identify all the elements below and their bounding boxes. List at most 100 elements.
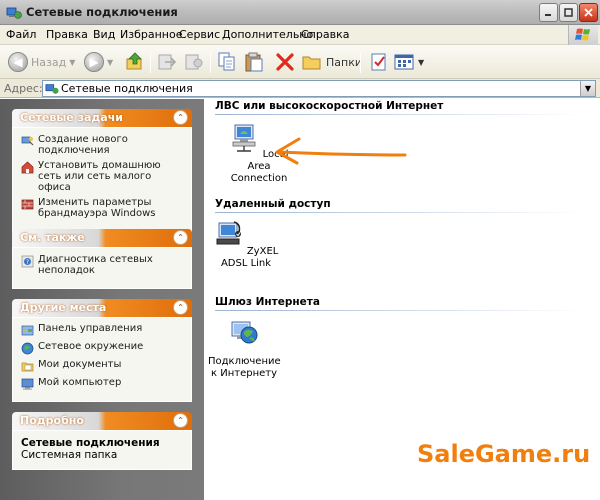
menu-favorites[interactable]: Избранное [120, 28, 182, 41]
copy-to-button[interactable] [183, 50, 205, 74]
internet-gateway-icon [231, 321, 258, 344]
place-my-documents[interactable]: Мои документы [21, 359, 183, 373]
watermark-text: SaleGame.ru [417, 440, 591, 468]
svg-text:?: ? [26, 259, 29, 266]
address-dropdown-button[interactable]: ▼ [580, 81, 595, 96]
task-pane: Сетевые задачи ⌃ Создание нового подключ… [0, 99, 204, 500]
place-network-neighborhood[interactable]: Сетевое окружение [21, 341, 183, 355]
address-bar: Адрес: Сетевые подключения ▼ [0, 79, 600, 98]
menu-edit[interactable]: Правка [46, 28, 88, 41]
other-places-header[interactable]: Другие места ⌃ [12, 299, 192, 317]
title-bar: Сетевые подключения [0, 0, 600, 25]
see-also-header[interactable]: См. также ⌃ [12, 229, 192, 247]
panel-title: См. также [20, 231, 85, 244]
task-troubleshoot-network[interactable]: ? Диагностика сетевых неполадок [21, 254, 183, 276]
details-panel: Подробно ⌃ Сетевые подключения Системная… [12, 412, 192, 470]
computer-icon [21, 378, 34, 390]
minimize-icon [545, 14, 551, 16]
address-value: Сетевые подключения [61, 82, 193, 95]
copy-icon [218, 52, 235, 71]
network-connections-icon [6, 7, 22, 19]
panel-title: Другие места [20, 301, 107, 314]
collapse-chevron-icon[interactable]: ⌃ [173, 230, 188, 245]
connection-internet-gateway[interactable]: Подключение к Интернету [208, 318, 281, 380]
menu-advanced[interactable]: Дополнительно [222, 28, 313, 41]
network-connections-icon [45, 84, 59, 94]
folder-icon [302, 56, 321, 70]
folder-up-icon [126, 52, 142, 70]
move-to-button[interactable] [156, 50, 178, 74]
address-field[interactable]: Сетевые подключения ▼ [42, 80, 596, 97]
connection-zyxel-adsl[interactable]: ZyXEL ADSL Link [210, 220, 282, 270]
folders-label: Папки [326, 55, 362, 69]
properties-button[interactable] [368, 50, 390, 74]
back-arrow-icon: ◀ [8, 52, 28, 72]
back-label: Назад [31, 55, 67, 69]
menu-bar: Файл Правка Вид Избранное Сервис Дополни… [0, 25, 600, 45]
new-connection-icon [21, 136, 34, 146]
place-my-computer[interactable]: Мой компьютер [21, 377, 183, 391]
windows-flag-icon [575, 28, 590, 41]
views-icon [394, 54, 414, 70]
windows-logo [568, 25, 598, 45]
task-firewall-settings[interactable]: Изменить параметры брандмауэра Windows [21, 197, 183, 219]
help-icon: ? [21, 255, 34, 268]
properties-icon [371, 53, 386, 71]
copy-button[interactable] [216, 50, 238, 74]
details-header[interactable]: Подробно ⌃ [12, 412, 192, 430]
chevron-down-icon: ▼ [69, 57, 76, 67]
connection-label: Подключение к Интернету [208, 356, 281, 379]
network-tasks-header[interactable]: Сетевые задачи ⌃ [12, 109, 192, 127]
group-header-dialup: Удаленный доступ [215, 198, 331, 210]
place-control-panel[interactable]: Панель управления [21, 323, 183, 337]
up-button[interactable] [124, 50, 146, 74]
group-divider [215, 310, 585, 311]
folders-button[interactable]: Папки [301, 50, 362, 74]
group-header-lan: ЛВС или высокоскоростной Интернет [215, 100, 444, 112]
back-button[interactable]: ◀ Назад ▼ [8, 50, 75, 74]
maximize-icon [564, 8, 573, 17]
see-also-panel: См. также ⌃ ? Диагностика сетевых непола… [12, 229, 192, 289]
collapse-chevron-icon[interactable]: ⌃ [173, 300, 188, 315]
chevron-down-icon: ▼ [107, 57, 114, 67]
documents-icon [21, 362, 34, 372]
details-type: Системная папка [21, 449, 118, 461]
task-create-connection[interactable]: Создание нового подключения [21, 134, 183, 156]
toolbar-separator [210, 53, 211, 73]
task-home-network[interactable]: Установить домашнюю сеть или сеть малого… [21, 160, 183, 193]
home-network-icon [21, 161, 34, 174]
network-tasks-panel: Сетевые задачи ⌃ Создание нового подключ… [12, 109, 192, 232]
menu-help[interactable]: Справка [301, 28, 349, 41]
chevron-down-icon: ▼ [584, 84, 592, 93]
copy-to-icon [185, 54, 203, 70]
firewall-icon [21, 199, 34, 210]
menu-tools[interactable]: Сервис [179, 28, 220, 41]
group-divider [215, 212, 585, 213]
minimize-button[interactable] [539, 3, 558, 22]
chevron-down-icon: ▼ [418, 57, 425, 67]
collapse-chevron-icon[interactable]: ⌃ [173, 413, 188, 428]
toolbar-separator [150, 53, 151, 73]
close-button[interactable] [579, 3, 598, 22]
forward-arrow-icon: ▶ [84, 52, 104, 72]
menu-view[interactable]: Вид [93, 28, 115, 41]
forward-button[interactable]: ▶ ▼ [84, 50, 113, 74]
dialup-connection-icon [216, 221, 241, 245]
paste-icon [245, 52, 263, 72]
delete-button[interactable] [274, 50, 296, 74]
group-divider [215, 114, 585, 115]
lan-connection-icon [232, 124, 256, 152]
network-places-icon [21, 342, 34, 355]
panel-title: Сетевые задачи [20, 111, 123, 124]
move-to-icon [158, 54, 177, 70]
close-icon [584, 8, 593, 17]
maximize-button[interactable] [559, 3, 578, 22]
group-header-gateway: Шлюз Интернета [215, 296, 320, 308]
toolbar: ◀ Назад ▼ ▶ ▼ Папки ▼ [0, 45, 600, 79]
menu-file[interactable]: Файл [6, 28, 36, 41]
paste-button[interactable] [243, 50, 265, 74]
panel-title: Подробно [20, 414, 84, 427]
collapse-chevron-icon[interactable]: ⌃ [173, 110, 188, 125]
annotation-arrow [275, 137, 407, 165]
views-button[interactable]: ▼ [393, 50, 424, 74]
